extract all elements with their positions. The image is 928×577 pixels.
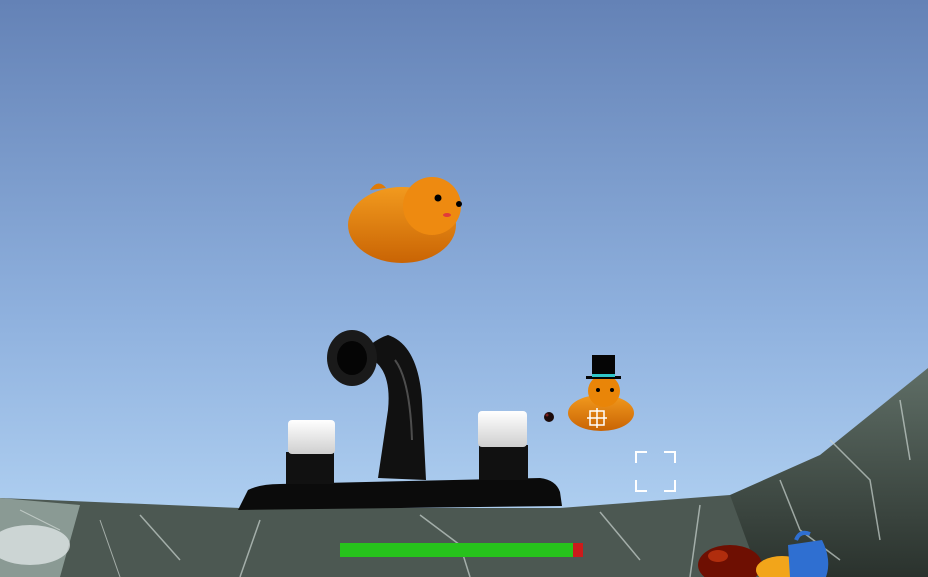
- game-viewport[interactable]: [0, 0, 928, 577]
- health-bar-fill: [340, 543, 574, 557]
- player-items: [698, 530, 829, 577]
- reticle-corner: [664, 480, 676, 492]
- reticle-corner: [635, 451, 647, 463]
- reticle-corner: [635, 480, 647, 492]
- crosshair-icon: [587, 408, 607, 428]
- reticle-corner: [664, 451, 676, 463]
- health-bar: [340, 543, 583, 557]
- target-frame-icon: [635, 451, 676, 492]
